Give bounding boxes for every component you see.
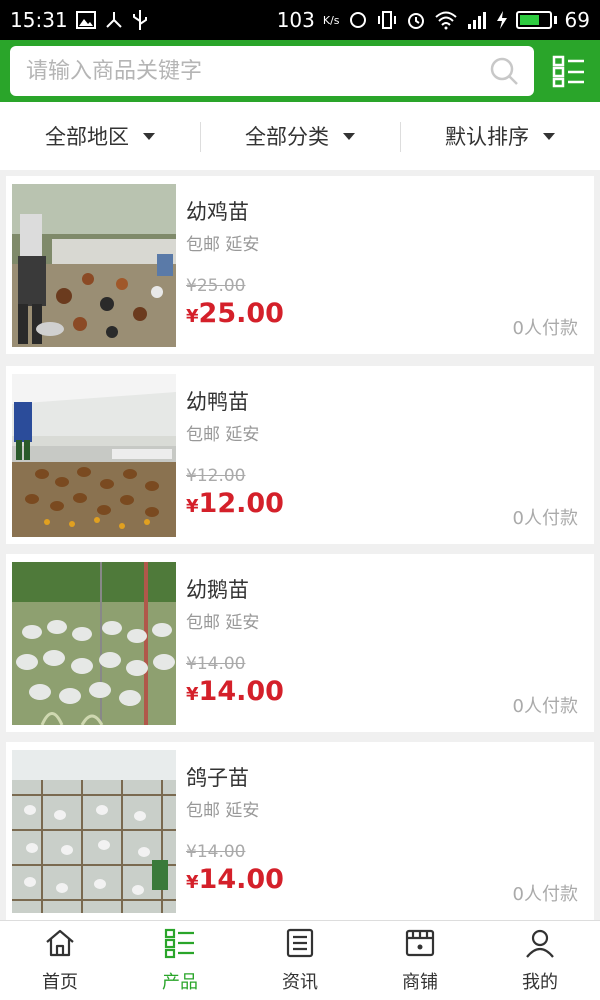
original-price: ¥14.00 [186, 842, 246, 862]
caret-down-icon [543, 132, 555, 140]
current-price: ¥12.00 [186, 488, 284, 519]
tab-label: 我的 [522, 972, 558, 993]
tab-news[interactable]: 资讯 [240, 921, 360, 1000]
price-value: 12.00 [198, 488, 284, 519]
product-tags: 包邮 延安 [186, 425, 260, 445]
product-image-pigeons[interactable] [12, 750, 176, 913]
search-input[interactable] [26, 58, 488, 84]
wifi-icon [434, 10, 458, 30]
product-tags: 包邮 延安 [186, 235, 260, 255]
category-menu-icon[interactable] [552, 54, 586, 88]
battery-icon [515, 11, 557, 29]
filter-category[interactable]: 全部分类 [200, 102, 400, 170]
bottom-tab-bar: 首页 产品 资讯 商铺 我的 [0, 920, 600, 1000]
vibrate-icon [376, 10, 398, 30]
battery-level: 69 [564, 8, 590, 32]
filter-label: 全部分类 [245, 125, 329, 149]
product-name[interactable]: 幼鸡苗 [186, 196, 249, 226]
currency-symbol: ¥ [186, 872, 199, 893]
filter-label: 全部地区 [45, 125, 129, 149]
currency-symbol: ¥ [186, 684, 199, 705]
current-price: ¥14.00 [186, 864, 284, 895]
paid-count: 0人付款 [512, 884, 578, 905]
product-tags: 包邮 延安 [186, 801, 260, 821]
currency-symbol: ¥ [186, 496, 199, 517]
price-value: 25.00 [198, 298, 284, 329]
list-icon [164, 927, 196, 964]
current-price: ¥25.00 [186, 298, 284, 329]
signal-icon [466, 10, 488, 30]
filter-label: 默认排序 [445, 125, 529, 149]
original-price: ¥25.00 [186, 276, 246, 296]
tab-label: 首页 [42, 972, 78, 993]
product-name[interactable]: 幼鹅苗 [186, 574, 249, 604]
charging-icon [496, 10, 508, 30]
tab-label: 商铺 [402, 972, 438, 993]
tab-label: 资讯 [282, 972, 318, 993]
price-value: 14.00 [198, 676, 284, 707]
image-icon [75, 11, 96, 29]
clock: 15:31 [10, 8, 68, 32]
search-bar[interactable] [10, 46, 534, 96]
filter-bar: 全部地区 全部分类 默认排序 [0, 102, 600, 170]
tab-products[interactable]: 产品 [120, 921, 240, 1000]
product-tags: 包邮 延安 [186, 613, 260, 633]
currency-symbol: ¥ [186, 306, 199, 327]
network-speed: 103 [276, 8, 315, 32]
price-value: 14.00 [198, 864, 284, 895]
shop-icon [404, 927, 436, 964]
product-card[interactable]: 鸽子苗 包邮 延安 ¥14.00 ¥14.00 0人付款 [6, 742, 594, 920]
caret-down-icon [343, 132, 355, 140]
product-image-goslings[interactable] [12, 562, 176, 725]
current-price: ¥14.00 [186, 676, 284, 707]
sync-icon [348, 10, 368, 30]
original-price: ¥14.00 [186, 654, 246, 674]
tab-label: 产品 [162, 972, 198, 993]
tab-shop[interactable]: 商铺 [360, 921, 480, 1000]
product-card[interactable]: 幼鸡苗 包邮 延安 ¥25.00 ¥25.00 0人付款 [6, 176, 594, 354]
product-image-ducklings[interactable] [12, 374, 176, 537]
paid-count: 0人付款 [512, 318, 578, 339]
product-name[interactable]: 幼鸭苗 [186, 386, 249, 416]
product-image-chicks[interactable] [12, 184, 176, 347]
paid-count: 0人付款 [512, 508, 578, 529]
product-name[interactable]: 鸽子苗 [186, 762, 249, 792]
home-icon [44, 927, 76, 964]
filter-region[interactable]: 全部地区 [0, 102, 200, 170]
tab-me[interactable]: 我的 [480, 921, 600, 1000]
tab-home[interactable]: 首页 [0, 921, 120, 1000]
status-bar: 15:31 103 K/s 69 [0, 0, 600, 40]
filter-sort[interactable]: 默认排序 [400, 102, 600, 170]
product-card[interactable]: 幼鸭苗 包邮 延安 ¥12.00 ¥12.00 0人付款 [6, 366, 594, 544]
paid-count: 0人付款 [512, 696, 578, 717]
header [0, 40, 600, 102]
user-icon [524, 927, 556, 964]
original-price: ¥12.00 [186, 466, 246, 486]
share-icon [104, 10, 124, 30]
news-icon [284, 927, 316, 964]
alarm-icon [406, 10, 426, 30]
caret-down-icon [143, 132, 155, 140]
search-icon[interactable] [488, 55, 520, 87]
network-unit: K/s [322, 13, 340, 27]
usb-icon [132, 9, 148, 31]
product-card[interactable]: 幼鹅苗 包邮 延安 ¥14.00 ¥14.00 0人付款 [6, 554, 594, 732]
